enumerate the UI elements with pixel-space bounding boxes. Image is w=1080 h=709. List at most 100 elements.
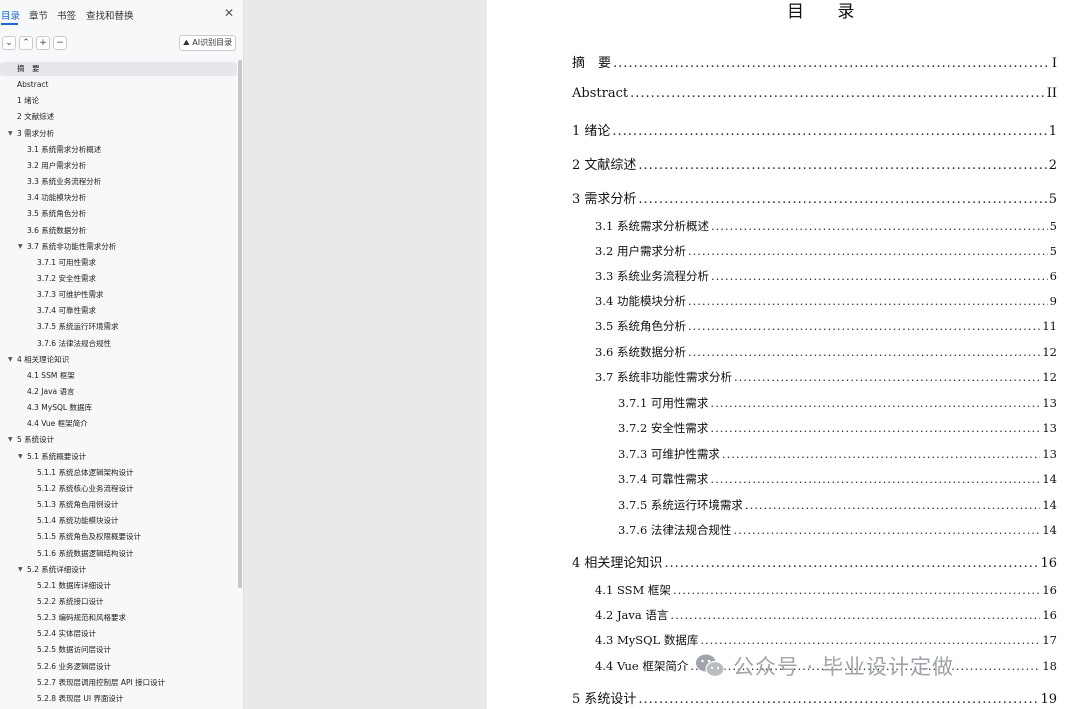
close-icon[interactable]: ✕	[222, 6, 236, 20]
collapse-down-icon[interactable]: ⌄	[2, 36, 16, 50]
sidebar-toc-item[interactable]: 2 文献综述	[0, 110, 236, 124]
toc-leader-dots	[688, 319, 1040, 333]
sidebar-toc-item[interactable]: 1 绪论	[0, 94, 236, 108]
sidebar-toc-label: 3.7.3 可维护性需求	[37, 290, 104, 300]
toc-entry-page: 2	[1048, 158, 1057, 173]
sidebar-toc-item[interactable]: ▼ 5 系统设计	[0, 433, 236, 447]
tab-toc[interactable]: 目录	[1, 8, 20, 22]
expand-arrow-icon[interactable]: ▼	[8, 433, 13, 447]
sidebar-toc-label: 5.1.3 系统角色用例设计	[37, 500, 119, 510]
sidebar-toc-item[interactable]: 5.1.4 系统功能模块设计	[0, 514, 236, 528]
toc-entry[interactable]: 1 绪论 1	[572, 120, 1057, 140]
sidebar-toc-item[interactable]: 5.2.1 数据库详细设计	[0, 579, 236, 593]
collapse-up-icon[interactable]: ⌃	[19, 36, 33, 50]
sidebar-toc-item[interactable]: 3.7.6 法律法规合规性	[0, 337, 236, 351]
sidebar-toc-item[interactable]: ▼ 3.7 系统非功能性需求分析	[0, 240, 236, 254]
toc-leader-dots	[745, 498, 1040, 512]
sidebar-toc-item[interactable]: 3.7.3 可维护性需求	[0, 288, 236, 302]
sidebar-toc-item[interactable]: 3.7.1 可用性需求	[0, 256, 236, 270]
sidebar-scrollbar[interactable]	[238, 60, 242, 588]
toc-entry[interactable]: 3 需求分析 5	[572, 188, 1057, 208]
sidebar-toc-item[interactable]: 摘 要	[0, 62, 236, 76]
sidebar-toc-item[interactable]: 3.6 系统数据分析	[0, 224, 236, 238]
sidebar-toc-item[interactable]: 5.2.6 业务逻辑层设计	[0, 660, 236, 674]
sidebar-toc-item[interactable]: 5.1.2 系统核心业务流程设计	[0, 482, 236, 496]
sidebar-toc-item[interactable]: 5.2.5 数据访问层设计	[0, 643, 236, 657]
sidebar-toc-item[interactable]: 5.1.1 系统总体逻辑架构设计	[0, 466, 236, 480]
toc-leader-dots	[630, 86, 1045, 101]
toc-entry[interactable]: 3.6 系统数据分析 12	[595, 344, 1057, 364]
sidebar-toc-item[interactable]: 3.4 功能模块分析	[0, 191, 236, 205]
expand-arrow-icon[interactable]: ▼	[18, 450, 23, 464]
sidebar-toc-item[interactable]: Abstract	[0, 78, 236, 92]
toc-entry[interactable]: 3.4 功能模块分析 9	[595, 293, 1057, 313]
toc-entry-label: Abstract	[572, 86, 629, 101]
sidebar-toc-item[interactable]: 3.1 系统需求分析概述	[0, 143, 236, 157]
sidebar-toc-item[interactable]: 3.2 用户需求分析	[0, 159, 236, 173]
sidebar-toc-item[interactable]: 3.7.2 安全性需求	[0, 272, 236, 286]
ai-button-label: AI识别目录	[192, 38, 233, 47]
toc-entry[interactable]: 3.7 系统非功能性需求分析 12	[595, 369, 1057, 389]
expand-arrow-icon[interactable]: ▼	[8, 353, 13, 367]
toc-entry[interactable]: 3.3 系统业务流程分析 6	[595, 268, 1057, 288]
tab-bookmarks[interactable]: 书签	[57, 8, 76, 22]
toc-entry[interactable]: 3.5 系统角色分析 11	[595, 318, 1057, 338]
sidebar-toc-item[interactable]: 4.3 MySQL 数据库	[0, 401, 236, 415]
sidebar-toc-item[interactable]: ▼ 3 需求分析	[0, 127, 236, 141]
remove-level-button[interactable]: −	[53, 36, 67, 50]
add-level-button[interactable]: +	[36, 36, 50, 50]
sidebar-toc-item[interactable]: 4.1 SSM 框架	[0, 369, 236, 383]
toc-entry[interactable]: 3.7.4 可靠性需求 14	[618, 471, 1057, 491]
sidebar-toc-item[interactable]: 5.2.2 系统接口设计	[0, 595, 236, 609]
sidebar-toc-item[interactable]: ▼ 4 相关理论知识	[0, 353, 236, 367]
toc-entry[interactable]: 3.7.1 可用性需求 13	[618, 395, 1057, 415]
sidebar-toc-item[interactable]: 3.5 系统角色分析	[0, 207, 236, 221]
toc-entry-page: I	[1051, 56, 1057, 71]
sidebar-toc-item[interactable]: ▼ 5.1 系统概要设计	[0, 450, 236, 464]
ai-recognize-toc-button[interactable]: ⛰ AI识别目录	[179, 35, 236, 51]
sidebar-toc-label: 5 系统设计	[17, 435, 55, 445]
toc-entry[interactable]: 5 系统设计 19	[572, 688, 1057, 708]
sidebar-toc-label: 3.7.1 可用性需求	[37, 257, 96, 267]
sidebar-toc-item[interactable]: 5.2.7 表现层调用控制层 API 接口设计	[0, 676, 236, 690]
sidebar-toc-item[interactable]: 3.3 系统业务流程分析	[0, 175, 236, 189]
toc-entry[interactable]: 4.2 Java 语言 16	[595, 607, 1057, 627]
expand-arrow-icon[interactable]: ▼	[8, 127, 13, 141]
sidebar-toc-item[interactable]: 5.1.3 系统角色用例设计	[0, 498, 236, 512]
tab-chapters[interactable]: 章节	[29, 8, 48, 22]
tab-find-replace[interactable]: 查找和替换	[86, 8, 134, 22]
toc-entry[interactable]: 4.1 SSM 框架 16	[595, 582, 1057, 602]
sidebar-toc-item[interactable]: 5.1.6 系统数据逻辑结构设计	[0, 547, 236, 561]
sidebar-toc-item[interactable]: ▼ 5.2 系统详细设计	[0, 563, 236, 577]
toc-entry-page: 11	[1042, 319, 1057, 333]
toc-entry[interactable]: 3.7.5 系统运行环境需求 14	[618, 497, 1057, 517]
expand-arrow-icon[interactable]: ▼	[18, 240, 23, 254]
watermark: 公众号 · 毕业设计定做	[695, 648, 954, 684]
watermark-text: 公众号 · 毕业设计定做	[733, 655, 955, 679]
sidebar-toc-item[interactable]: 4.4 Vue 框架简介	[0, 417, 236, 431]
toc-entry-label: 3.7.3 可维护性需求	[618, 447, 720, 461]
toc-entry[interactable]: 3.7.2 安全性需求 13	[618, 420, 1057, 440]
toc-entry[interactable]: 4 相关理论知识 16	[572, 552, 1057, 572]
sidebar-toc-item[interactable]: 3.7.5 系统运行环境需求	[0, 320, 236, 334]
sidebar-toc-item[interactable]: 5.2.8 表现层 UI 界面设计	[0, 692, 236, 706]
toc-entry[interactable]: 3.1 系统需求分析概述 5	[595, 218, 1057, 238]
toc-entry-page: 18	[1042, 659, 1057, 673]
sidebar-toc-item[interactable]: 5.1.5 系统角色及权限概要设计	[0, 530, 236, 544]
sidebar-toc-item[interactable]: 5.2.3 编码规范和风格要求	[0, 611, 236, 625]
toc-leader-dots	[664, 556, 1038, 571]
expand-arrow-icon[interactable]: ▼	[18, 563, 23, 577]
toc-entry[interactable]: 3.7.3 可维护性需求 13	[618, 446, 1057, 466]
toc-entry-label: 4.2 Java 语言	[595, 608, 669, 622]
sidebar-toc-label: 5.1.5 系统角色及权限概要设计	[37, 532, 141, 542]
toc-entry[interactable]: 3.7.6 法律法规合规性 14	[618, 522, 1057, 542]
sidebar-toc-item[interactable]: 5.2.4 实体层设计	[0, 627, 236, 641]
sidebar-toc-label: 3.6 系统数据分析	[27, 225, 87, 235]
toc-entry[interactable]: 摘 要I	[572, 52, 1057, 72]
sidebar-toc-label: 5.1.4 系统功能模块设计	[37, 516, 119, 526]
toc-entry[interactable]: 3.2 用户需求分析 5	[595, 243, 1057, 263]
sidebar-toc-item[interactable]: 4.2 Java 语言	[0, 385, 236, 399]
toc-entry[interactable]: Abstract II	[572, 86, 1057, 106]
sidebar-toc-item[interactable]: 3.7.4 可靠性需求	[0, 304, 236, 318]
toc-entry[interactable]: 2 文献综述 2	[572, 154, 1057, 174]
